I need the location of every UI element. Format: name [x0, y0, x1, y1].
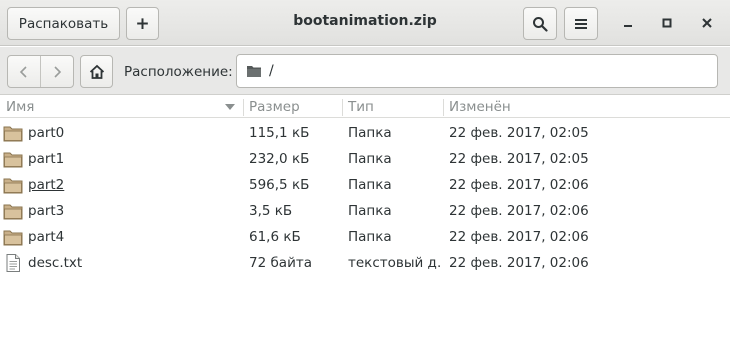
file-type: текстовый д… — [348, 255, 440, 271]
file-type: Папка — [348, 229, 392, 245]
file-modified: 22 фев. 2017, 02:06 — [449, 229, 589, 245]
location-path: / — [269, 63, 274, 79]
chevron-right-icon — [54, 65, 62, 78]
file-name: part3 — [28, 203, 65, 219]
file-size: 232,0 кБ — [249, 151, 310, 167]
column-header-modified[interactable]: Изменён — [443, 96, 730, 118]
file-size: 596,5 кБ — [249, 177, 310, 193]
maximize-icon — [662, 18, 672, 28]
file-name: part4 — [28, 229, 65, 245]
location-field[interactable]: / — [236, 54, 718, 88]
extract-button-label: Распаковать — [18, 15, 109, 32]
add-files-button[interactable]: + — [126, 7, 159, 40]
table-row[interactable]: part3 3,5 кБ Папка 22 фев. 2017, 02:06 — [0, 198, 730, 224]
location-label: Расположение: — [124, 64, 233, 80]
file-name-cell: part4 — [3, 224, 243, 250]
column-headers: Имя Размер Тип Изменён — [0, 96, 730, 118]
menu-button[interactable] — [564, 7, 598, 40]
back-button[interactable] — [8, 56, 40, 87]
hamburger-menu-icon — [575, 18, 587, 29]
folder-icon — [3, 126, 23, 142]
file-name-cell: part1 — [3, 146, 243, 172]
folder-icon — [3, 152, 23, 168]
home-button[interactable] — [80, 55, 113, 88]
location-bar: Расположение: / — [0, 47, 730, 95]
folder-icon — [3, 204, 23, 220]
header-bar: Распаковать + bootanimation.zip — [0, 0, 730, 46]
file-modified: 22 фев. 2017, 02:06 — [449, 255, 589, 271]
file-modified: 22 фев. 2017, 02:06 — [449, 177, 589, 193]
table-row[interactable]: desc.txt 72 байта текстовый д… 22 фев. 2… — [0, 250, 730, 276]
file-modified: 22 фев. 2017, 02:05 — [449, 125, 589, 141]
close-button[interactable] — [692, 8, 722, 38]
add-icon: + — [135, 13, 150, 34]
home-icon — [89, 64, 104, 79]
column-header-name-label: Имя — [6, 99, 35, 115]
file-modified: 22 фев. 2017, 02:05 — [449, 151, 589, 167]
table-row[interactable]: part2 596,5 кБ Папка 22 фев. 2017, 02:06 — [0, 172, 730, 198]
file-modified: 22 фев. 2017, 02:06 — [449, 203, 589, 219]
file-name-cell: desc.txt — [3, 250, 243, 276]
extract-button[interactable]: Распаковать — [7, 7, 120, 40]
navigation-group — [7, 55, 74, 88]
file-size: 3,5 кБ — [249, 203, 293, 219]
folder-icon — [247, 66, 261, 77]
file-name-cell: part2 — [3, 172, 243, 198]
table-row[interactable]: part4 61,6 кБ Папка 22 фев. 2017, 02:06 — [0, 224, 730, 250]
minimize-button[interactable] — [613, 8, 643, 38]
column-header-size[interactable]: Размер — [243, 96, 342, 118]
table-row[interactable]: part0 115,1 кБ Папка 22 фев. 2017, 02:05 — [0, 120, 730, 146]
column-header-name[interactable]: Имя — [0, 96, 243, 118]
folder-icon — [3, 178, 23, 194]
file-type: Папка — [348, 151, 392, 167]
table-row[interactable]: part1 232,0 кБ Папка 22 фев. 2017, 02:05 — [0, 146, 730, 172]
file-list: part0 115,1 кБ Папка 22 фев. 2017, 02:05… — [0, 120, 730, 276]
chevron-left-icon — [19, 65, 27, 78]
search-icon — [533, 16, 548, 32]
text-file-icon — [6, 254, 20, 272]
file-type: Папка — [348, 177, 392, 193]
maximize-button[interactable] — [652, 8, 682, 38]
close-icon — [702, 18, 712, 28]
file-size: 72 байта — [249, 255, 312, 271]
sort-descending-icon — [225, 104, 235, 110]
folder-icon — [3, 230, 23, 246]
minimize-icon — [624, 25, 632, 27]
file-size: 61,6 кБ — [249, 229, 301, 245]
file-type: Папка — [348, 125, 392, 141]
file-name: part2 — [28, 177, 65, 193]
file-name: desc.txt — [28, 255, 83, 271]
file-name: part0 — [28, 125, 65, 141]
file-type: Папка — [348, 203, 392, 219]
file-name-cell: part3 — [3, 198, 243, 224]
file-name-cell: part0 — [3, 120, 243, 146]
column-header-type[interactable]: Тип — [342, 96, 443, 118]
file-size: 115,1 кБ — [249, 125, 310, 141]
forward-button[interactable] — [41, 56, 73, 87]
file-name: part1 — [28, 151, 65, 167]
search-button[interactable] — [523, 7, 557, 40]
window-title: bootanimation.zip — [293, 13, 437, 29]
